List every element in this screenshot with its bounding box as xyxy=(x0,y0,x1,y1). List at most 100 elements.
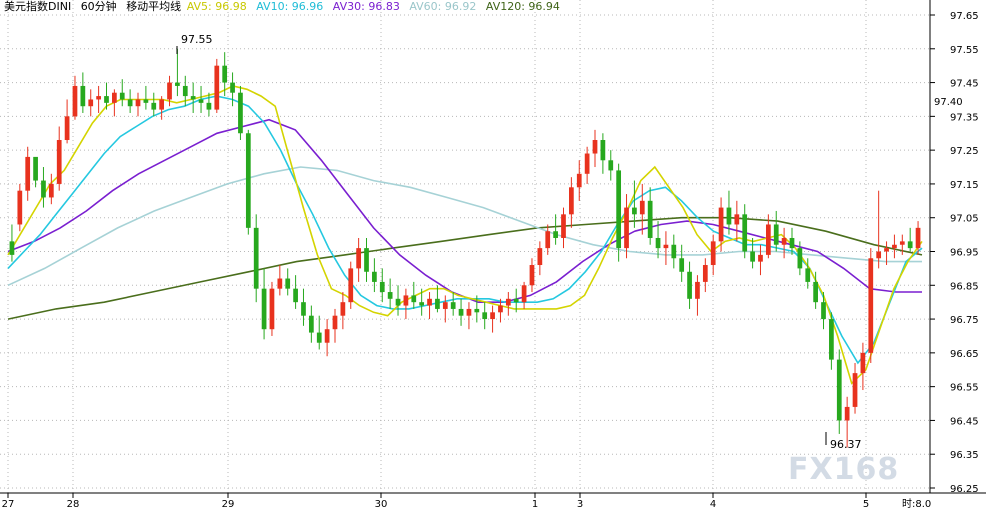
candle xyxy=(773,210,779,252)
candles xyxy=(9,48,921,448)
x-tick-label: 1 xyxy=(532,499,538,509)
period-label: 60分钟 xyxy=(80,0,117,13)
candle-body xyxy=(450,302,456,309)
candle-body xyxy=(789,237,795,249)
candle-body xyxy=(655,237,661,249)
candle xyxy=(876,190,882,269)
candle-body xyxy=(829,319,834,360)
candle-body xyxy=(127,99,133,107)
candle xyxy=(529,258,535,293)
moving-average-lines xyxy=(7,85,923,385)
candle xyxy=(143,85,149,110)
candle xyxy=(695,275,700,316)
candle xyxy=(687,261,692,309)
candle-body xyxy=(308,315,314,333)
candle-body xyxy=(301,302,306,316)
candle-body xyxy=(592,140,598,154)
candle xyxy=(450,292,456,316)
ma-line-av10 xyxy=(7,95,923,365)
candle xyxy=(332,308,338,343)
candle xyxy=(301,288,306,326)
y-tick-label: 97.05 xyxy=(950,214,979,225)
candle xyxy=(230,72,235,107)
candle xyxy=(537,241,543,276)
candle-body xyxy=(442,302,448,309)
candle xyxy=(836,349,842,434)
candle-body xyxy=(41,180,46,198)
candle xyxy=(159,96,165,120)
candle xyxy=(64,99,70,144)
candle-body xyxy=(25,156,31,191)
candle xyxy=(151,92,157,117)
candle-body xyxy=(135,99,141,107)
candle-body xyxy=(821,302,826,320)
candle xyxy=(750,237,755,269)
candle-body xyxy=(245,133,251,228)
x-tick-label: 3 xyxy=(577,499,583,509)
candle xyxy=(702,258,708,293)
candle xyxy=(647,187,653,245)
candle-body xyxy=(96,96,101,100)
candle-body xyxy=(17,190,23,225)
x-tick-label: 30 xyxy=(375,499,388,509)
candle xyxy=(372,258,377,293)
y-tick-label: 96.95 xyxy=(950,248,979,259)
candle-body xyxy=(860,352,866,374)
candle xyxy=(710,234,716,276)
candle xyxy=(521,281,527,309)
legend-av60: AV60: 96.92 xyxy=(409,0,477,13)
candle-body xyxy=(647,200,653,238)
x-tick-label: 4 xyxy=(710,499,716,509)
candle-body xyxy=(734,214,740,225)
candle-body xyxy=(742,214,748,252)
y-tick-label: 97.15 xyxy=(950,180,979,191)
x-tick-label: 5 xyxy=(863,499,869,509)
candle-body xyxy=(435,298,440,309)
candle-body xyxy=(702,265,708,282)
candle-body xyxy=(466,308,472,316)
candle xyxy=(427,292,432,320)
candle-body xyxy=(356,248,361,269)
candle-body xyxy=(403,295,409,306)
candle xyxy=(569,177,574,228)
candle xyxy=(119,79,125,107)
candle-body xyxy=(513,298,519,303)
candle xyxy=(395,285,401,316)
candle-body xyxy=(907,241,913,249)
low-label: 96.37 xyxy=(830,438,862,451)
candle-body xyxy=(726,207,732,225)
candle-body xyxy=(718,207,724,242)
candle-body xyxy=(876,251,882,259)
candle xyxy=(616,163,622,262)
y-tick-label: 96.55 xyxy=(950,383,979,394)
candle xyxy=(907,227,913,252)
legend-av30: AV30: 96.83 xyxy=(332,0,400,13)
ma-line-av30 xyxy=(7,118,922,304)
candle-body xyxy=(64,116,70,141)
candle-body xyxy=(167,82,172,100)
candle-body xyxy=(372,271,377,282)
x-axis-ticks: 27 28 29 30 1 3 4 5 xyxy=(2,493,869,510)
candle xyxy=(671,234,677,269)
x-tick-label: 28 xyxy=(67,499,80,509)
candle-body xyxy=(537,248,543,266)
candle xyxy=(88,89,94,117)
candle xyxy=(293,275,298,309)
ma-line-av60 xyxy=(7,166,922,287)
candle xyxy=(190,82,196,113)
candle-body xyxy=(498,305,503,313)
candle-body xyxy=(852,373,858,407)
candle-body xyxy=(458,308,464,316)
candle-body xyxy=(844,406,850,421)
candle xyxy=(135,92,141,117)
candle-body xyxy=(687,271,692,299)
candle-body xyxy=(521,285,527,303)
candle xyxy=(316,315,322,350)
candle xyxy=(758,244,763,276)
candle xyxy=(482,302,488,330)
candle-body xyxy=(419,302,425,306)
candle xyxy=(639,183,645,235)
candle xyxy=(600,133,606,174)
candle-body xyxy=(214,65,220,110)
candle-body xyxy=(269,288,275,330)
